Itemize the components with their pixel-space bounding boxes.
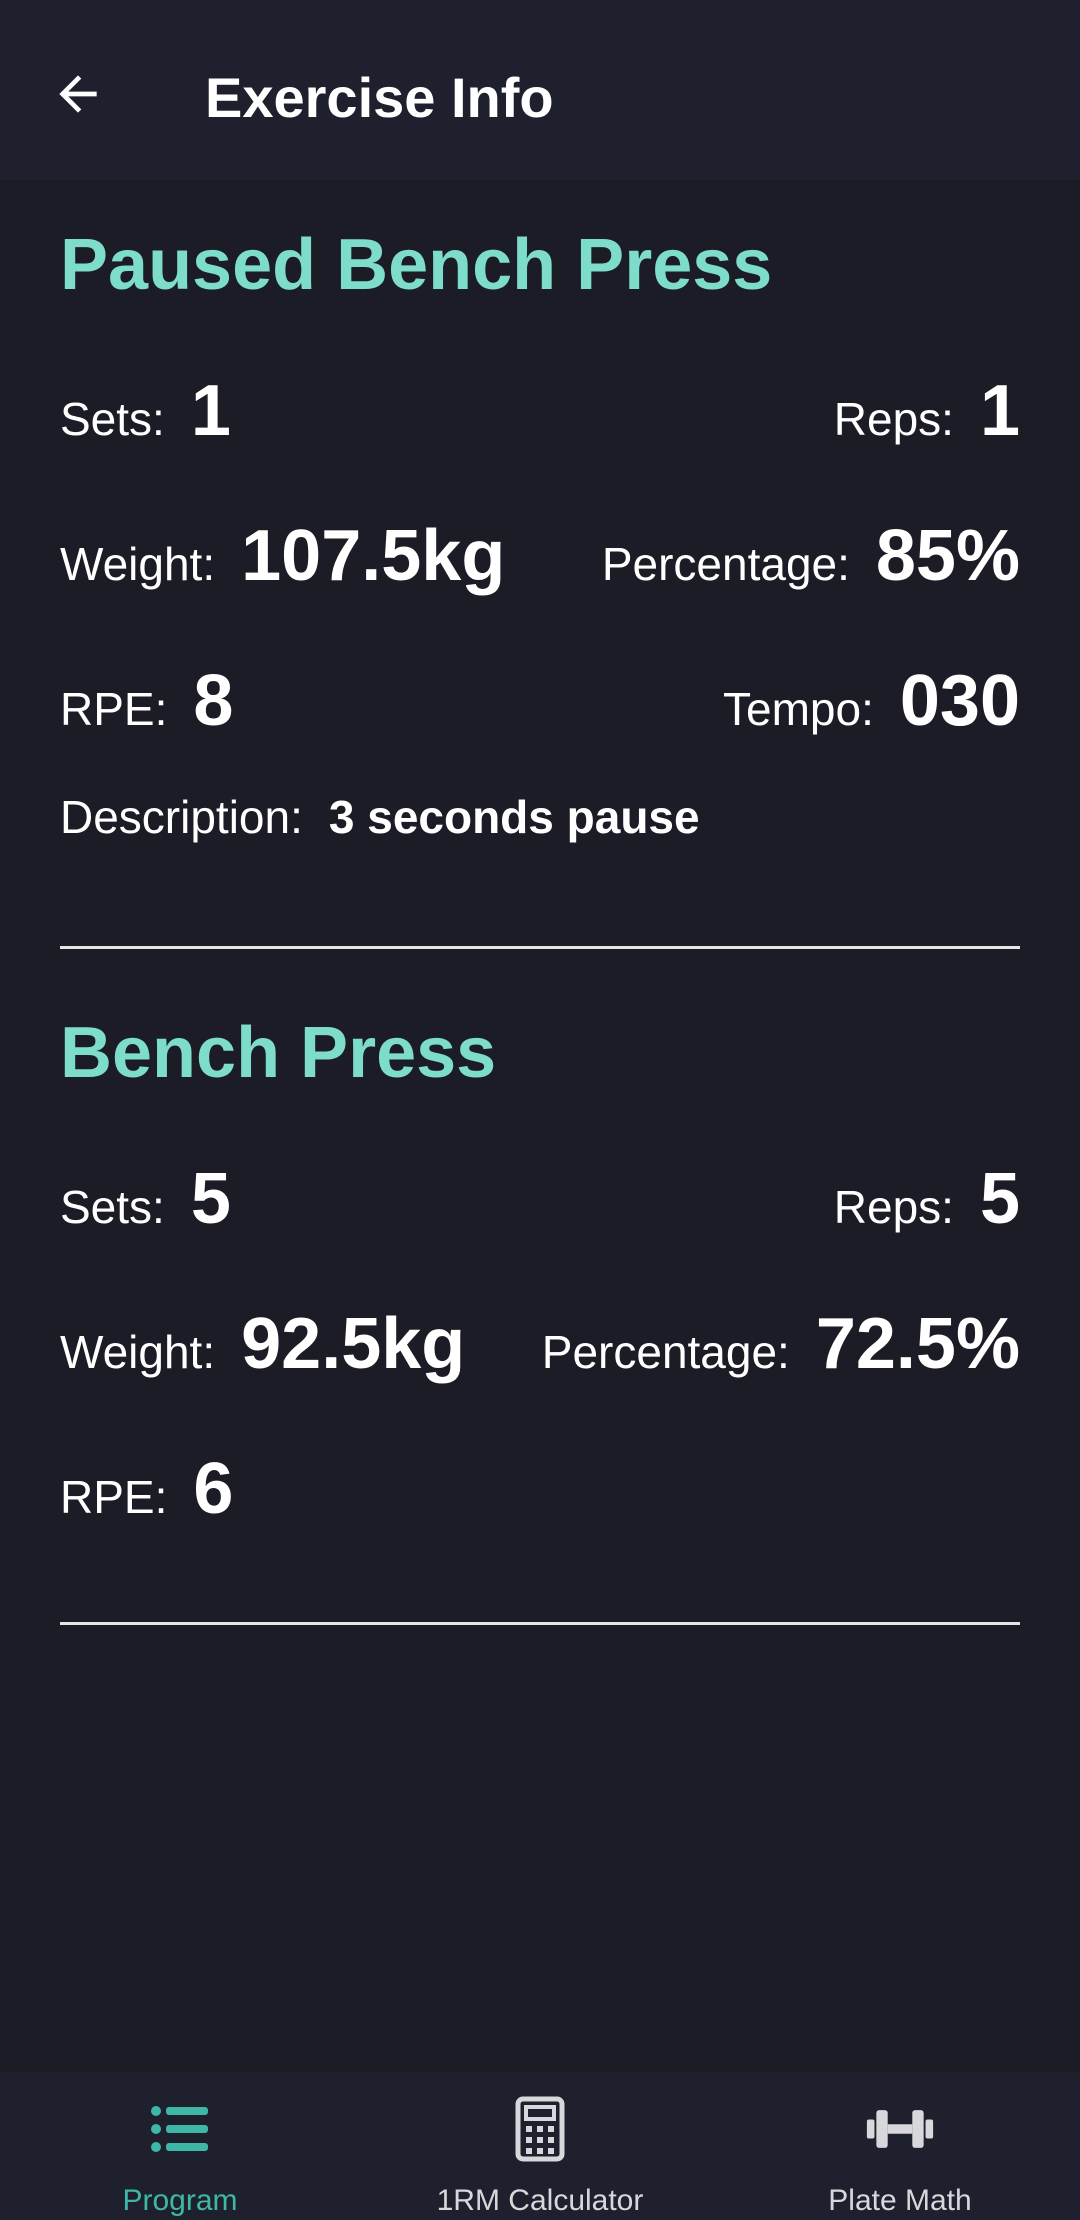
- nav-item-1rm-calculator[interactable]: 1RM Calculator: [360, 2072, 720, 2220]
- sets-label: Sets:: [60, 393, 165, 445]
- sets-reps-row: Sets: 1 Reps: 1: [60, 370, 1020, 460]
- calculator-icon: [505, 2094, 575, 2164]
- divider: [60, 946, 1020, 949]
- rpe-row: RPE: 6: [60, 1448, 1020, 1538]
- reps-value: 1: [979, 371, 1020, 451]
- rpe-field: RPE: 8: [60, 660, 233, 742]
- sets-field: Sets: 5: [60, 1158, 231, 1240]
- exercise-card: Bench Press Sets: 5 Reps: 5 Weight: 92.5…: [60, 968, 1020, 1648]
- divider: [60, 1622, 1020, 1625]
- back-button[interactable]: [30, 46, 126, 142]
- sets-value: 1: [190, 371, 231, 451]
- rpe-tempo-row: RPE: 8 Tempo: 030: [60, 660, 1020, 750]
- reps-label: Reps:: [833, 393, 954, 445]
- tempo-field: Tempo: 030: [723, 660, 1020, 742]
- nav-label: Plate Math: [828, 2184, 972, 2217]
- percentage-field: Percentage: 72.5%: [542, 1303, 1020, 1385]
- weight-percentage-row: Weight: 92.5kg Percentage: 72.5%: [60, 1303, 1020, 1393]
- percentage-value: 72.5%: [815, 1304, 1020, 1384]
- percentage-label: Percentage:: [601, 538, 850, 590]
- tempo-label: Tempo:: [723, 683, 874, 735]
- weight-value: 107.5kg: [241, 516, 506, 596]
- weight-label: Weight:: [60, 1326, 216, 1378]
- reps-field: Reps: 1: [834, 370, 1020, 452]
- rpe-field: RPE: 6: [60, 1448, 233, 1530]
- percentage-field: Percentage: 85%: [602, 515, 1020, 597]
- sets-reps-row: Sets: 5 Reps: 5: [60, 1158, 1020, 1248]
- nav-label: 1RM Calculator: [436, 2184, 644, 2217]
- tempo-value: 030: [899, 661, 1020, 741]
- weight-field: Weight: 107.5kg: [60, 515, 505, 597]
- exercise-name: Paused Bench Press: [60, 225, 773, 305]
- page-title: Exercise Info: [205, 66, 554, 129]
- description-row: Description: 3 seconds pause: [60, 790, 1020, 880]
- bottom-nav: Program 1RM Calculator Plate Math: [0, 2072, 1080, 2220]
- exercise-card: Paused Bench Press Sets: 1 Reps: 1 Weigh…: [60, 180, 1020, 960]
- app-bar: Exercise Info: [0, 0, 1080, 180]
- description-value: 3 seconds pause: [328, 791, 700, 843]
- rpe-label: RPE:: [60, 683, 168, 735]
- dumbbell-icon: [865, 2094, 935, 2164]
- weight-percentage-row: Weight: 107.5kg Percentage: 85%: [60, 515, 1020, 605]
- weight-field: Weight: 92.5kg: [60, 1303, 465, 1385]
- nav-label: Program: [122, 2184, 238, 2217]
- reps-field: Reps: 5: [834, 1158, 1020, 1240]
- rpe-value: 6: [193, 1449, 234, 1529]
- percentage-value: 85%: [875, 516, 1020, 596]
- nav-item-plate-math[interactable]: Plate Math: [720, 2072, 1080, 2220]
- sets-label: Sets:: [60, 1181, 165, 1233]
- exercise-name: Bench Press: [60, 1013, 497, 1093]
- reps-label: Reps:: [833, 1181, 954, 1233]
- reps-value: 5: [979, 1159, 1020, 1239]
- sets-field: Sets: 1: [60, 370, 231, 452]
- nav-item-program[interactable]: Program: [0, 2072, 360, 2220]
- percentage-label: Percentage:: [541, 1326, 790, 1378]
- description-field: Description: 3 seconds pause: [60, 790, 700, 844]
- weight-value: 92.5kg: [241, 1304, 466, 1384]
- list-icon: [145, 2094, 215, 2164]
- weight-label: Weight:: [60, 538, 216, 590]
- arrow-left-icon: [59, 75, 97, 113]
- rpe-value: 8: [193, 661, 234, 741]
- sets-value: 5: [190, 1159, 231, 1239]
- rpe-label: RPE:: [60, 1471, 168, 1523]
- description-label: Description:: [60, 791, 303, 843]
